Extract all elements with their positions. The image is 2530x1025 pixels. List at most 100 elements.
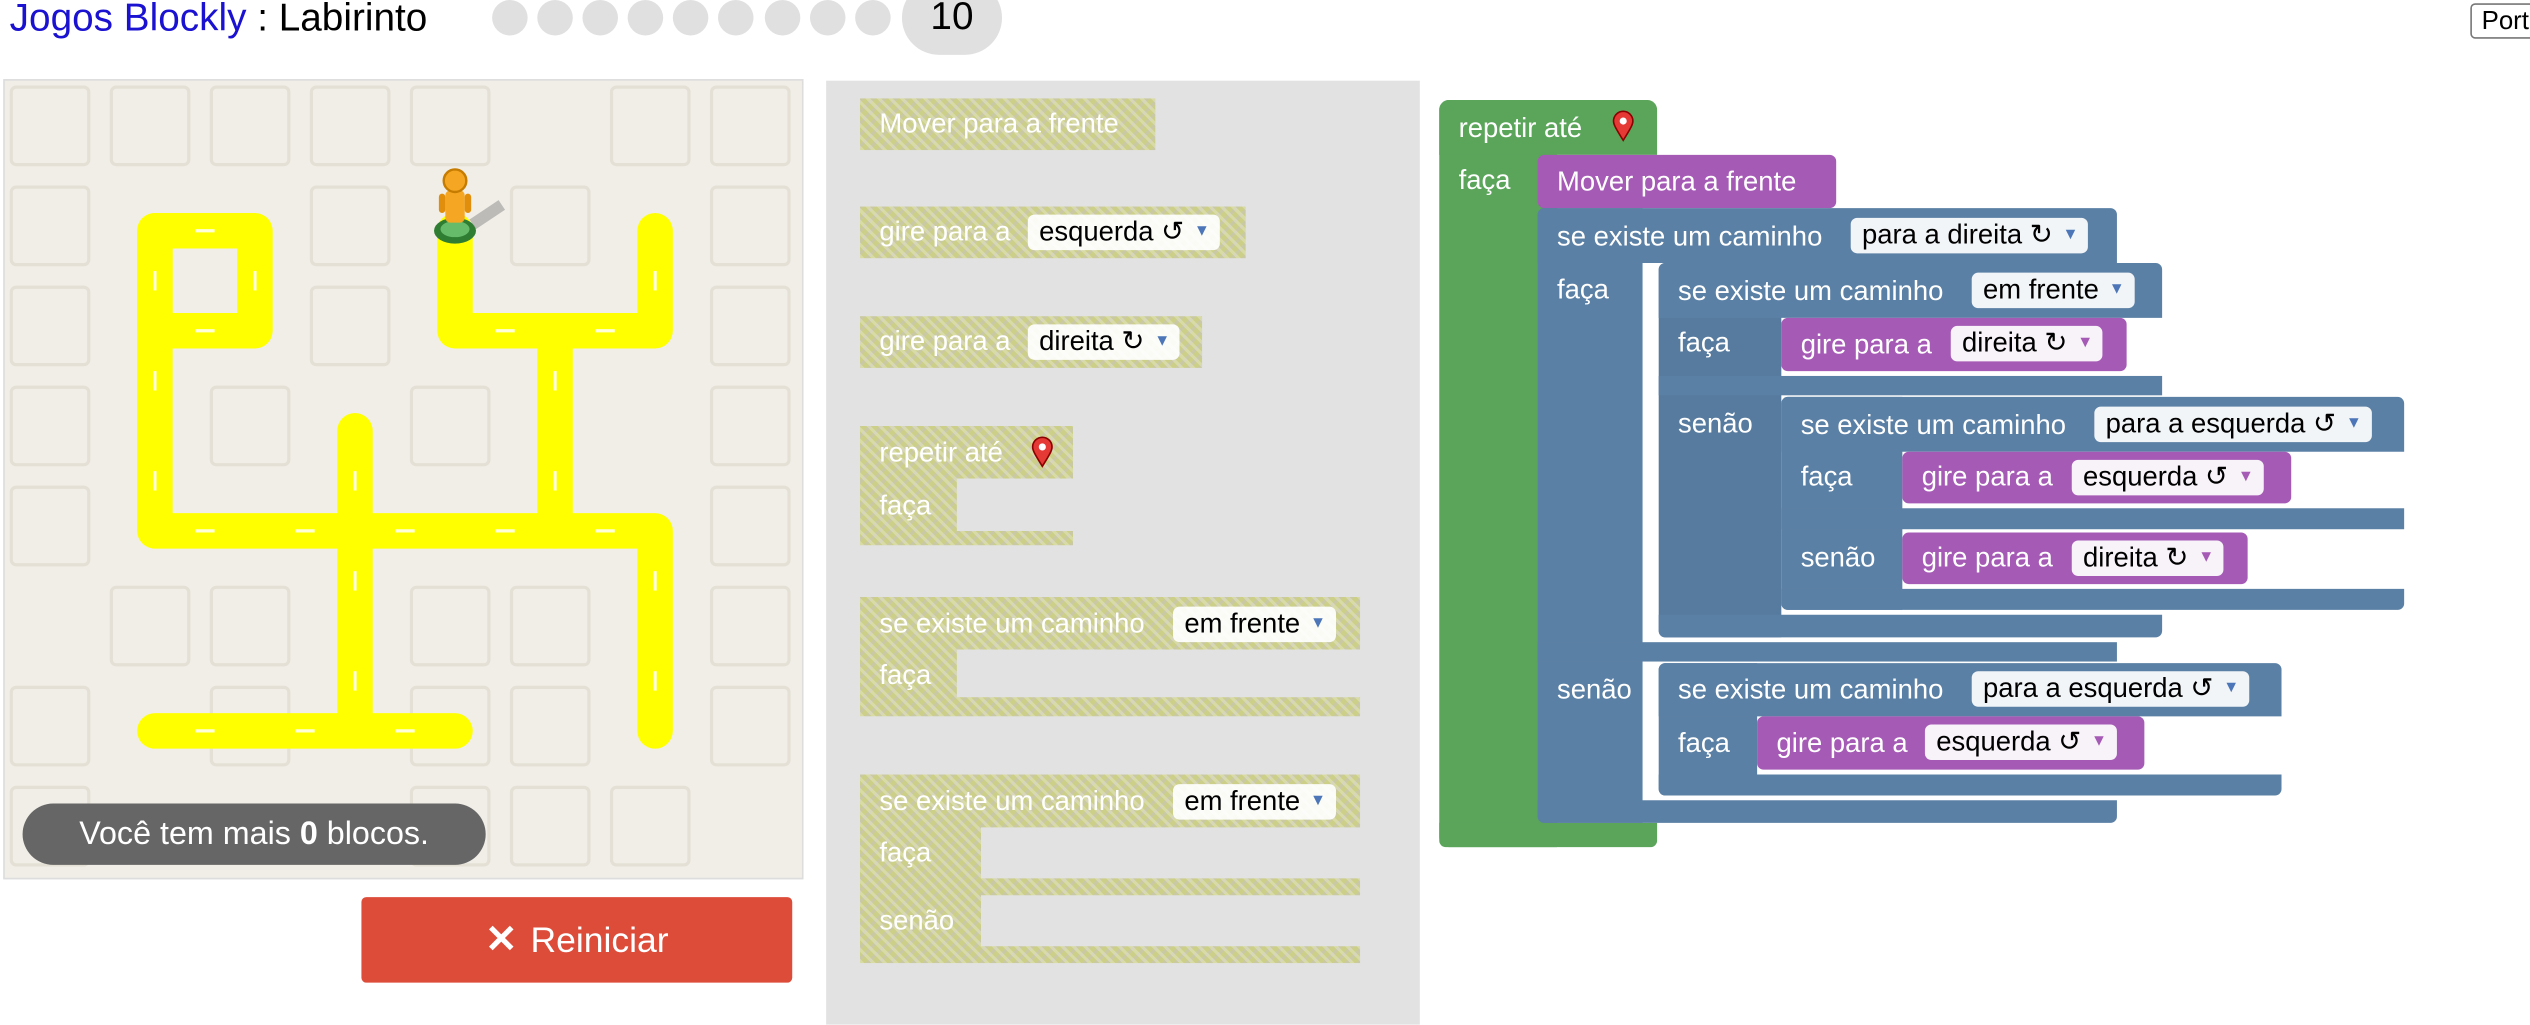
dropdown-arrow-icon: ▼ xyxy=(2198,548,2215,567)
turn-left-block[interactable]: gire para a esquerda ↺ ▼ xyxy=(1902,451,2292,504)
block-label: gire para a xyxy=(1800,329,1932,360)
if-else-right-header[interactable]: se existe um caminho para a direita ↻ ▼ xyxy=(1537,208,2117,264)
block-label: Mover para a frente xyxy=(1557,166,1797,197)
dropdown-arrow-icon: ▼ xyxy=(2091,732,2108,751)
toolbox-repeat-until-block[interactable]: repetir até faça xyxy=(860,425,1073,546)
path-direction-dropdown[interactable]: para a esquerda ↺ ▼ xyxy=(1971,671,2249,707)
maze-path xyxy=(137,212,673,749)
block-label: gire para a xyxy=(1921,461,2053,493)
toolbox-move-forward-block[interactable]: Mover para a frente xyxy=(860,98,1156,151)
repeat-until-header[interactable]: repetir até xyxy=(1439,100,1658,155)
path-direction-dropdown[interactable]: para a direita ↻ ▼ xyxy=(1850,217,2089,254)
dropdown-value: para a esquerda ↺ xyxy=(1983,672,2214,704)
reset-button[interactable]: ✕ Reiniciar xyxy=(361,897,793,983)
title-separator: : xyxy=(246,0,279,41)
if-else-right-footer xyxy=(1537,800,2117,823)
pegman-icon xyxy=(434,168,506,244)
direction-dropdown[interactable]: esquerda ↺ ▼ xyxy=(2071,459,2264,496)
block-label: se existe um caminho xyxy=(1678,674,1944,706)
path-direction-dropdown[interactable]: em frente ▼ xyxy=(1173,606,1336,643)
dropdown-arrow-icon: ▼ xyxy=(2062,225,2079,244)
toolbox-turn-left-block[interactable]: gire para a esquerda ↺ ▼ xyxy=(860,206,1246,259)
if-else-ahead-footer xyxy=(1658,614,2163,638)
do-label: faça xyxy=(1458,164,1511,196)
do-label: faça xyxy=(879,837,932,869)
close-icon: ✕ xyxy=(485,918,518,962)
dropdown-value: direita ↻ xyxy=(1039,325,1145,357)
if-else-ahead-block[interactable] xyxy=(1658,263,1782,638)
dropdown-arrow-icon: ▼ xyxy=(2237,467,2254,486)
if-left-header[interactable]: se existe um caminho para a esquerda ↺ ▼ xyxy=(1658,663,2282,717)
block-label: repetir até xyxy=(879,437,1003,468)
level-dot-4[interactable] xyxy=(627,0,664,36)
toolbox-if-else-path-block[interactable]: se existe um caminho em frente ▼ faça sen… xyxy=(860,774,1361,964)
turn-right-block[interactable]: gire para a direita ↻ ▼ xyxy=(1902,532,2248,585)
block-label: repetir até xyxy=(1458,112,1583,144)
level-current[interactable]: 10 xyxy=(901,0,1002,55)
capacity-suffix: blocos. xyxy=(317,815,430,852)
if-else-left-header[interactable]: se existe um caminho para a esquerda ↺ ▼ xyxy=(1781,396,2405,452)
level-dot-8[interactable] xyxy=(809,0,846,36)
block-label: se existe um caminho xyxy=(879,608,1145,639)
dropdown-value: direita ↻ xyxy=(2083,542,2189,573)
dropdown-value: esquerda ↺ xyxy=(2083,461,2229,493)
else-label: senão xyxy=(1800,542,1876,573)
level-dot-5[interactable] xyxy=(672,0,709,36)
dropdown-value: direita ↻ xyxy=(1962,327,2068,359)
dropdown-arrow-icon: ▼ xyxy=(2108,280,2125,299)
level-dot-3[interactable] xyxy=(582,0,618,36)
do-label: faça xyxy=(1678,727,1730,759)
dropdown-value: em frente xyxy=(1983,274,2099,305)
capacity-prefix: Você tem mais xyxy=(79,815,300,852)
do-label: faça xyxy=(879,490,932,522)
dropdown-value: para a esquerda ↺ xyxy=(2105,408,2337,439)
level-dot-1[interactable] xyxy=(492,0,528,36)
direction-dropdown[interactable]: esquerda ↺ ▼ xyxy=(1027,214,1220,251)
level-dot-9[interactable] xyxy=(855,0,891,36)
reset-label: Reiniciar xyxy=(530,918,669,960)
dropdown-value: em frente xyxy=(1184,608,1301,639)
else-label: senão xyxy=(1678,408,1753,439)
if-else-right-middle xyxy=(1537,642,2117,662)
block-label: Mover para a frente xyxy=(879,108,1119,139)
block-label: se existe um caminho xyxy=(879,785,1145,817)
dropdown-arrow-icon: ▼ xyxy=(2077,333,2094,352)
path-direction-dropdown[interactable]: para a esquerda ↺ ▼ xyxy=(2094,406,2372,443)
level-dot-7[interactable] xyxy=(764,0,801,36)
block-label: gire para a xyxy=(879,216,1011,247)
dropdown-arrow-icon: ▼ xyxy=(2345,414,2362,433)
dropdown-arrow-icon: ▼ xyxy=(1310,614,1327,633)
do-label: faça xyxy=(1800,461,1853,493)
maze-display xyxy=(3,79,804,880)
path-direction-dropdown[interactable]: em frente ▼ xyxy=(1971,272,2135,309)
dropdown-value: em frente xyxy=(1184,785,1301,817)
turn-right-block[interactable]: gire para a direita ↻ ▼ xyxy=(1781,317,2127,372)
block-label: se existe um caminho xyxy=(1678,275,1944,307)
blockly-games-link[interactable]: Jogos Blockly xyxy=(10,0,247,40)
block-label: gire para a xyxy=(1776,727,1908,759)
page-title: Jogos Blockly : Labirinto xyxy=(10,0,428,42)
direction-dropdown[interactable]: direita ↻ ▼ xyxy=(1950,325,2103,362)
if-else-ahead-header[interactable]: se existe um caminho em frente ▼ xyxy=(1658,263,2163,318)
do-label: faça xyxy=(1557,274,1609,305)
turn-left-block[interactable]: gire para a esquerda ↺ ▼ xyxy=(1757,716,2145,770)
direction-dropdown[interactable]: esquerda ↺ ▼ xyxy=(1924,724,2117,760)
capacity-bubble: Você tem mais 0 blocos. xyxy=(22,803,486,865)
toolbox-flyout: Mover para a frente gire para a esquerda… xyxy=(826,80,1420,1025)
dropdown-arrow-icon: ▼ xyxy=(1193,222,1210,241)
toolbox-turn-right-block[interactable]: gire para a direita ↻ ▼ xyxy=(860,316,1203,368)
maze-path-markings xyxy=(153,229,657,733)
level-dot-6[interactable] xyxy=(718,0,754,36)
capacity-count: 0 xyxy=(299,815,318,852)
dropdown-value: esquerda ↺ xyxy=(1039,216,1185,247)
direction-dropdown[interactable]: direita ↻ ▼ xyxy=(1027,324,1180,360)
level-dot-2[interactable] xyxy=(537,0,573,36)
block-label: gire para a xyxy=(1921,542,2053,573)
toolbox-if-path-block[interactable]: se existe um caminho em frente ▼ faça xyxy=(860,597,1361,717)
direction-dropdown[interactable]: direita ↻ ▼ xyxy=(2071,540,2224,577)
do-label: faça xyxy=(1678,327,1730,359)
else-label: senão xyxy=(879,905,955,936)
move-forward-block[interactable]: Mover para a frente xyxy=(1537,154,1837,209)
language-select[interactable]: Português xyxy=(2470,3,2530,39)
path-direction-dropdown[interactable]: em frente ▼ xyxy=(1173,784,1336,820)
